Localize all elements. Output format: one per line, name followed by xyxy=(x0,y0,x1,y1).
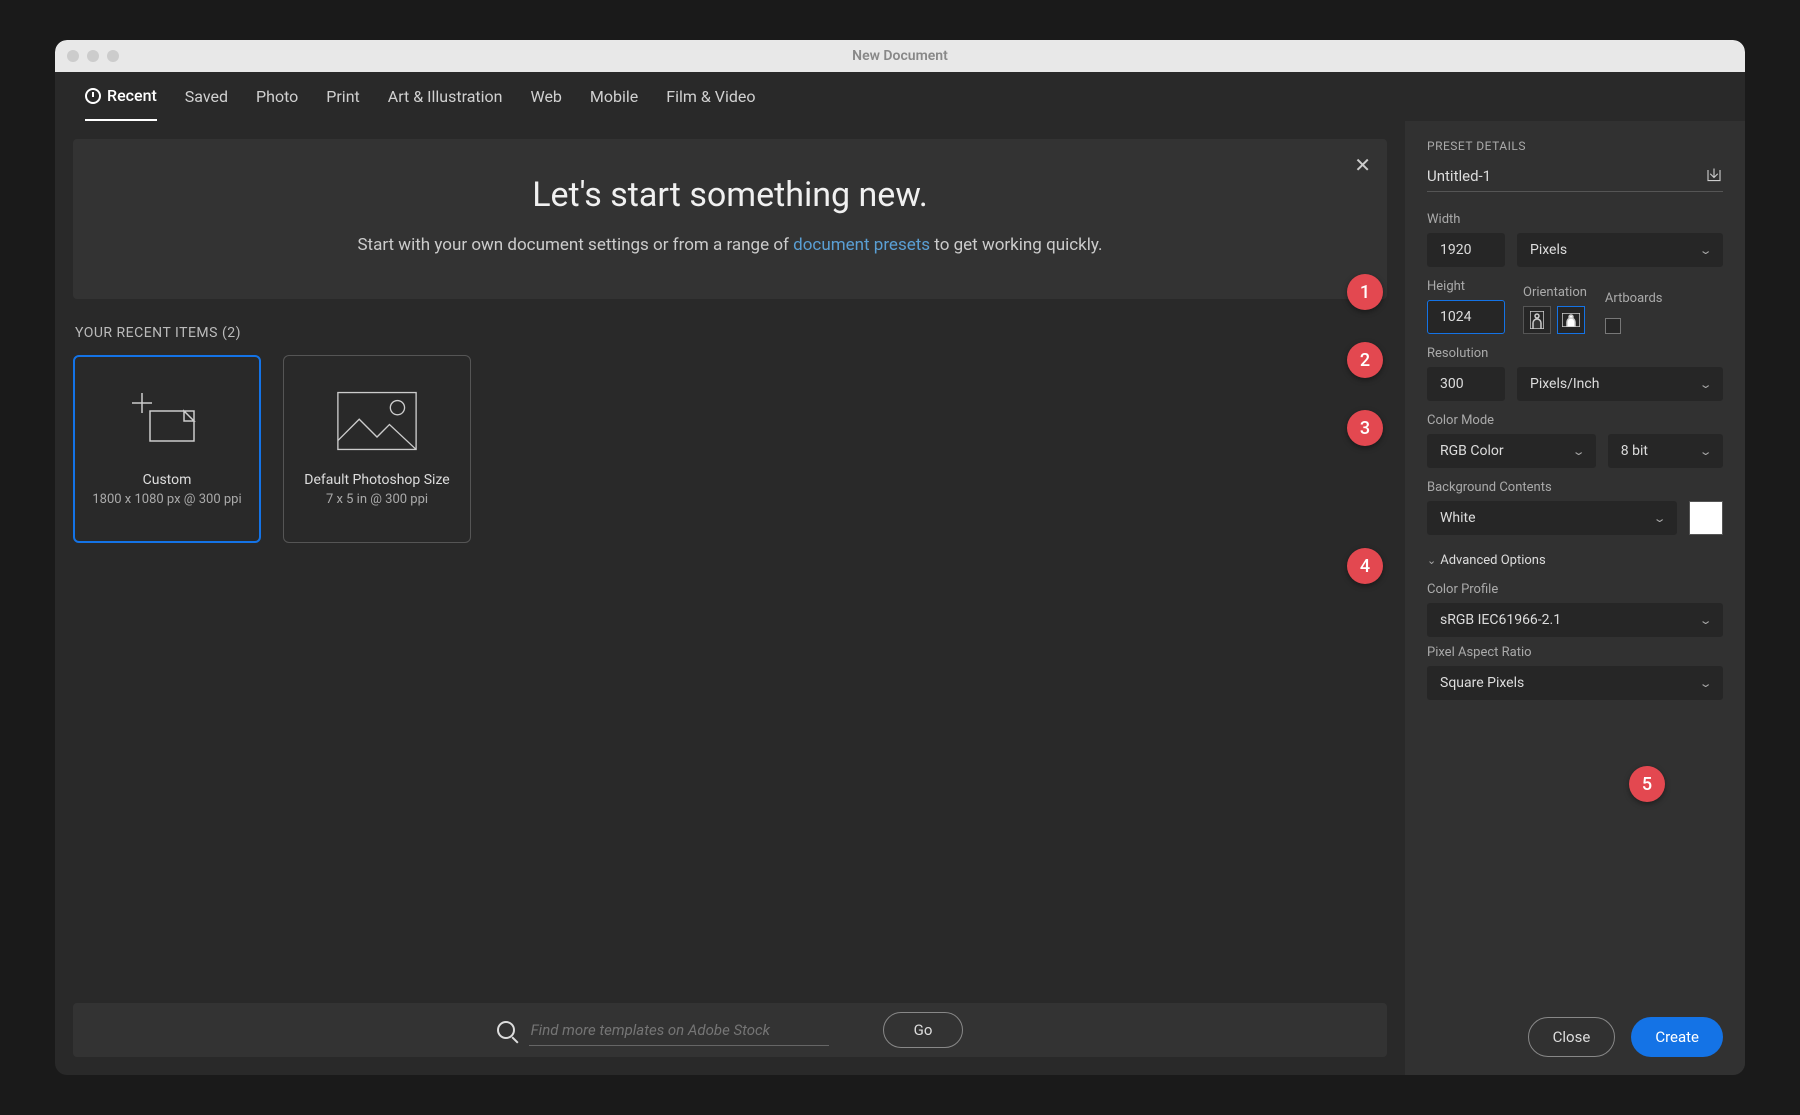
tab-web[interactable]: Web xyxy=(530,87,561,120)
preset-item-custom[interactable]: Custom 1800 x 1080 px @ 300 ppi xyxy=(73,355,261,543)
preset-dims: 7 x 5 in @ 300 ppi xyxy=(326,492,428,507)
orientation-portrait-button[interactable] xyxy=(1523,306,1551,334)
callout-4: 4 xyxy=(1347,548,1383,584)
preset-details-title: PRESET DETAILS xyxy=(1427,139,1723,153)
recent-items-label: YOUR RECENT ITEMS (2) xyxy=(75,325,1387,341)
window-title: New Document xyxy=(852,48,948,64)
width-label: Width xyxy=(1427,212,1723,227)
orientation-label: Orientation xyxy=(1523,285,1587,300)
resolution-label: Resolution xyxy=(1427,346,1723,361)
main-panel: ✕ Let's start something new. Start with … xyxy=(55,121,1405,1075)
preset-name: Custom xyxy=(143,472,192,488)
chevron-down-icon: ⌄ xyxy=(1698,677,1712,690)
traffic-lights xyxy=(67,50,119,62)
banner-text: Start with your own document settings or… xyxy=(93,233,1367,259)
maximize-window-icon[interactable] xyxy=(107,50,119,62)
chevron-down-icon: ⌄ xyxy=(1652,512,1666,525)
height-label: Height xyxy=(1427,279,1505,294)
chevron-down-icon: ⌄ xyxy=(1698,378,1712,391)
preset-item-default[interactable]: Default Photoshop Size 7 x 5 in @ 300 pp… xyxy=(283,355,471,543)
color-profile-label: Color Profile xyxy=(1427,582,1723,597)
preset-name: Default Photoshop Size xyxy=(304,472,449,488)
tab-print[interactable]: Print xyxy=(326,87,359,120)
minimize-window-icon[interactable] xyxy=(87,50,99,62)
preset-details-panel: PRESET DETAILS Width Pixels⌄ Height Orie… xyxy=(1405,121,1745,1075)
pixel-aspect-label: Pixel Aspect Ratio xyxy=(1427,645,1723,660)
callout-1: 1 xyxy=(1347,274,1383,310)
chevron-down-icon: ⌄ xyxy=(1698,614,1712,627)
width-input[interactable] xyxy=(1427,233,1505,267)
clock-icon xyxy=(85,88,101,104)
banner-heading: Let's start something new. xyxy=(93,175,1367,215)
chevron-down-icon: ⌄ xyxy=(1698,445,1712,458)
bit-depth-dropdown[interactable]: 8 bit⌄ xyxy=(1608,434,1723,468)
welcome-banner: ✕ Let's start something new. Start with … xyxy=(73,139,1387,299)
chevron-down-icon: ⌄ xyxy=(1698,244,1712,257)
callout-5: 5 xyxy=(1629,766,1665,802)
image-preset-icon xyxy=(337,390,417,452)
create-button[interactable]: Create xyxy=(1631,1017,1723,1057)
go-button[interactable]: Go xyxy=(883,1012,964,1048)
resolution-unit-dropdown[interactable]: Pixels/Inch⌄ xyxy=(1517,367,1723,401)
stock-search-input[interactable] xyxy=(529,1015,829,1046)
pixel-aspect-dropdown[interactable]: Square Pixels⌄ xyxy=(1427,666,1723,700)
custom-preset-icon xyxy=(127,390,207,452)
save-preset-icon[interactable] xyxy=(1705,167,1723,185)
background-dropdown[interactable]: White⌄ xyxy=(1427,501,1677,535)
tab-photo[interactable]: Photo xyxy=(256,87,298,120)
category-tabs: Recent Saved Photo Print Art & Illustrat… xyxy=(55,72,1745,121)
resolution-input[interactable] xyxy=(1427,367,1505,401)
tab-saved[interactable]: Saved xyxy=(185,87,228,120)
advanced-options-toggle[interactable]: ⌄ Advanced Options xyxy=(1427,553,1723,568)
orientation-landscape-button[interactable] xyxy=(1557,306,1585,334)
color-profile-dropdown[interactable]: sRGB IEC61966-2.1⌄ xyxy=(1427,603,1723,637)
callout-3: 3 xyxy=(1347,410,1383,446)
tab-film[interactable]: Film & Video xyxy=(666,87,755,120)
artboards-checkbox[interactable] xyxy=(1605,318,1621,334)
recent-items-grid: Custom 1800 x 1080 px @ 300 ppi Default … xyxy=(73,355,1387,992)
background-color-swatch[interactable] xyxy=(1689,501,1723,535)
titlebar: New Document xyxy=(55,40,1745,72)
chevron-down-icon: ⌄ xyxy=(1571,445,1585,458)
close-banner-icon[interactable]: ✕ xyxy=(1354,153,1371,177)
close-window-icon[interactable] xyxy=(67,50,79,62)
color-mode-dropdown[interactable]: RGB Color⌄ xyxy=(1427,434,1596,468)
artboards-label: Artboards xyxy=(1605,291,1663,306)
document-name-input[interactable] xyxy=(1427,167,1695,185)
tab-mobile[interactable]: Mobile xyxy=(590,87,638,120)
tab-recent[interactable]: Recent xyxy=(85,86,157,121)
width-unit-dropdown[interactable]: Pixels⌄ xyxy=(1517,233,1723,267)
height-input[interactable] xyxy=(1427,300,1505,334)
preset-dims: 1800 x 1080 px @ 300 ppi xyxy=(92,492,241,507)
background-label: Background Contents xyxy=(1427,480,1723,495)
tab-label: Recent xyxy=(107,86,157,105)
chevron-down-icon: ⌄ xyxy=(1427,554,1436,567)
presets-link[interactable]: document presets xyxy=(793,235,930,255)
color-mode-label: Color Mode xyxy=(1427,413,1723,428)
stock-search-bar: Go xyxy=(73,1003,1387,1057)
close-button[interactable]: Close xyxy=(1528,1017,1616,1057)
new-document-window: New Document Recent Saved Photo Print Ar… xyxy=(55,40,1745,1075)
callout-2: 2 xyxy=(1347,342,1383,378)
search-icon xyxy=(497,1021,515,1039)
tab-art[interactable]: Art & Illustration xyxy=(388,87,503,120)
